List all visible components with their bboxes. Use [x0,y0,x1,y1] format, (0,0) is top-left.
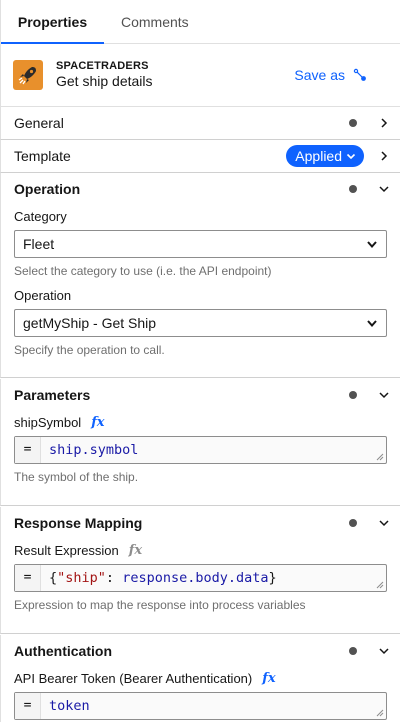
resize-handle-icon[interactable] [376,709,384,717]
ship-symbol-value: ship.symbol [41,442,138,458]
result-expression-value: {"ship": response.body.data} [41,570,277,586]
group-auth-title: Authentication [14,643,112,659]
ship-symbol-hint: The symbol of the ship. [14,470,139,484]
element-header: SPACETRADERS Get ship details Save as [0,44,400,107]
code-colon: : [105,570,123,586]
bearer-token-value: token [41,698,90,714]
group-template-header[interactable]: Template Applied [1,140,400,172]
ship-symbol-label: shipSymbol fx [14,415,387,431]
fx-icon[interactable]: fx [262,671,275,687]
group-parameters: Parameters shipSymbol fx = ship.symbol T… [0,379,400,506]
group-auth-body: API Bearer Token (Bearer Authentication)… [1,667,400,722]
chevron-down-icon[interactable] [378,183,390,195]
tab-properties[interactable]: Properties [1,0,104,44]
operation-label: Operation [14,288,387,304]
group-template: Template Applied [0,140,400,173]
bearer-token-label-text: API Bearer Token (Bearer Authentication) [14,671,253,686]
status-dot-icon [349,519,357,527]
code-key: "ship" [57,570,106,586]
fx-icon[interactable]: fx [129,543,142,559]
element-title: Get ship details [56,73,153,89]
group-auth-header[interactable]: Authentication [1,635,400,667]
result-expression-label-text: Result Expression [14,543,119,558]
result-expression-hint: Expression to map the response into proc… [14,598,306,612]
group-operation: Operation Category Fleet Select the cate… [0,173,400,378]
header-text: SPACETRADERS Get ship details [56,60,294,90]
group-parameters-body: shipSymbol fx = ship.symbol The symbol o… [1,411,400,505]
connector-brand: SPACETRADERS [56,60,149,72]
chevron-down-icon [367,320,377,328]
status-dot-icon [349,185,357,193]
chevron-right-icon[interactable] [378,117,390,129]
tab-bar: Properties Comments [0,0,400,44]
ship-symbol-label-text: shipSymbol [14,415,82,430]
code-brace-close: } [268,570,277,586]
fx-icon[interactable]: fx [91,415,104,431]
tab-comments[interactable]: Comments [104,0,189,44]
result-expression-input[interactable]: = {"ship": response.body.data} [14,564,387,592]
chevron-down-icon[interactable] [378,645,390,657]
group-general: General [0,107,400,140]
chevron-down-icon [346,153,356,160]
applied-badge[interactable]: Applied [286,145,364,167]
chevron-down-icon[interactable] [378,517,390,529]
chevron-down-icon [367,241,377,249]
category-label-text: Category [14,209,67,224]
group-response-mapping: Response Mapping Result Expression fx = … [0,507,400,634]
code-expression: response.body.data [122,570,269,586]
bearer-token-label: API Bearer Token (Bearer Authentication)… [14,671,387,687]
bearer-token-code: token [49,698,90,714]
ship-symbol-input[interactable]: = ship.symbol [14,436,387,464]
group-operation-body: Category Fleet Select the category to us… [1,205,400,377]
group-operation-header[interactable]: Operation [1,173,400,205]
ship-symbol-code: ship.symbol [49,442,139,458]
save-as-button[interactable]: Save as [294,67,367,83]
category-select[interactable]: Fleet [14,230,387,258]
result-expression-label: Result Expression fx [14,543,387,559]
group-response-body: Result Expression fx = {"ship": response… [1,539,400,633]
rocket-icon [13,60,43,90]
category-select-value: Fleet [23,236,55,252]
save-as-label: Save as [294,67,345,83]
operation-label-text: Operation [14,288,72,303]
chevron-right-icon[interactable] [378,150,390,162]
group-response-header[interactable]: Response Mapping [1,507,400,539]
resize-handle-icon[interactable] [376,581,384,589]
category-label: Category [14,209,387,225]
feel-equals-icon: = [15,565,41,591]
group-general-header[interactable]: General [1,107,400,139]
connect-icon [353,68,366,81]
group-parameters-title: Parameters [14,387,91,403]
code-brace-open: { [49,570,58,586]
bearer-token-input[interactable]: = token [14,692,387,720]
resize-handle-icon[interactable] [376,453,384,461]
chevron-down-icon[interactable] [378,389,390,401]
applied-badge-label: Applied [295,148,342,164]
status-dot-icon [349,119,357,127]
group-response-title: Response Mapping [14,515,143,531]
group-parameters-header[interactable]: Parameters [1,379,400,411]
group-operation-title: Operation [14,181,81,197]
operation-hint: Specify the operation to call. [14,343,165,357]
operation-select[interactable]: getMyShip - Get Ship [14,309,387,337]
feel-equals-icon: = [15,693,41,719]
group-general-title: General [14,115,64,131]
feel-equals-icon: = [15,437,41,463]
category-hint: Select the category to use (i.e. the API… [14,264,272,278]
group-authentication: Authentication API Bearer Token (Bearer … [0,635,400,722]
status-dot-icon [349,391,357,399]
status-dot-icon [349,647,357,655]
operation-select-value: getMyShip - Get Ship [23,315,157,331]
